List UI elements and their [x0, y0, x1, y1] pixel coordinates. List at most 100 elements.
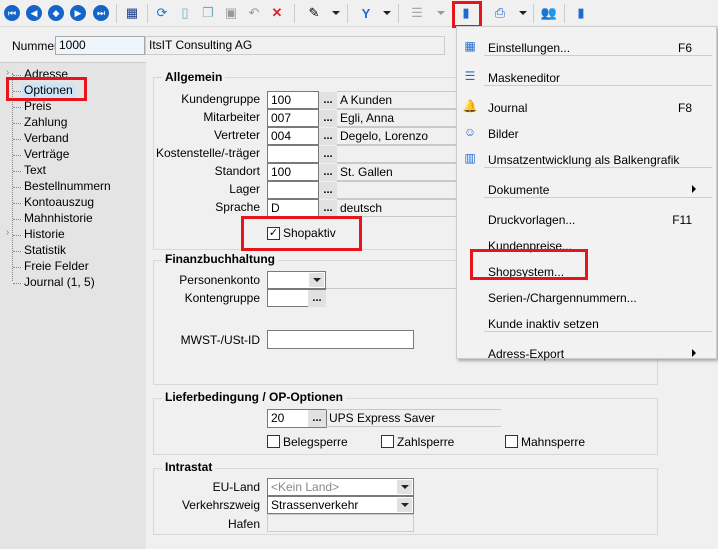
field-label: Kostenstelle/-träger [155, 146, 260, 160]
save-icon[interactable]: ▣ [222, 4, 240, 22]
sidebar-item[interactable]: Verträge [24, 147, 69, 162]
tree-icon[interactable]: ☰ [408, 4, 426, 22]
field-label: Lager [229, 182, 260, 196]
table-icon[interactable]: ▦ [123, 4, 141, 22]
sidebar-item[interactable]: Verband [24, 131, 69, 146]
kontengruppe-lookup-button[interactable]: ... [308, 290, 326, 307]
undo-icon[interactable]: ↶ [245, 4, 263, 22]
person-picture-icon: ☺ [463, 125, 477, 139]
group-title: Allgemein [162, 70, 226, 84]
lookup-button[interactable]: ... [319, 182, 337, 199]
field-label: Kundengruppe [181, 92, 260, 106]
menu-separator [484, 167, 712, 168]
chevron-down-icon[interactable] [397, 498, 412, 512]
chevron-right-icon[interactable]: › [6, 227, 9, 238]
field-description: deutsch [337, 199, 457, 217]
copy-icon[interactable]: ❐ [199, 4, 217, 22]
field-input[interactable] [267, 181, 319, 199]
kontengruppe-desc [326, 288, 456, 306]
delete-icon[interactable]: ✕ [268, 4, 286, 22]
belegsperre-checkbox[interactable] [267, 435, 280, 448]
mwst-field[interactable] [267, 330, 414, 349]
nummer-field[interactable]: 1000 [55, 36, 145, 55]
personenkonto-select[interactable] [267, 271, 326, 289]
group-title: Intrastat [162, 460, 216, 474]
tree-connector [13, 251, 21, 252]
verkehrszweig-select[interactable]: Strassenverkehr [267, 496, 414, 514]
mwst-label: MWST-/USt-ID [180, 333, 260, 347]
field-input[interactable]: D [267, 199, 319, 217]
euland-select[interactable]: <Kein Land> [267, 478, 414, 496]
next-record-icon[interactable]: ▶ [70, 5, 86, 21]
menu-item-label: Bilder [488, 127, 519, 141]
settings-icon: ▦ [464, 39, 476, 53]
sidebar-item[interactable]: Bestellnummern [24, 179, 111, 194]
tree-connector [13, 219, 21, 220]
sidebar-item[interactable]: Freie Felder [24, 259, 89, 274]
lookup-button[interactable]: ... [319, 164, 337, 181]
print-icon[interactable]: ⎙ [491, 4, 509, 22]
lookup-button[interactable]: ... [319, 146, 337, 163]
first-record-icon[interactable]: ⏮ [4, 5, 20, 21]
pin-icon[interactable]: ✎ [305, 4, 323, 22]
sidebar-item[interactable]: Text [24, 163, 46, 178]
lookup-button[interactable]: ... [319, 200, 337, 217]
field-input[interactable]: 004 [267, 127, 319, 145]
actions-menu: ▦ Einstellungen... F6 ☰ Maskeneditor 🔔 Journal… [456, 26, 717, 361]
sidebar-item[interactable]: Mahnhistorie [24, 211, 93, 226]
jump-record-icon[interactable]: ◆ [48, 5, 64, 21]
field-label: Standort [214, 164, 260, 178]
field-input[interactable] [267, 145, 319, 163]
filter-icon[interactable]: Y [357, 4, 375, 22]
euland-value: <Kein Land> [271, 480, 340, 494]
lieferbedingung-lookup-button[interactable]: ... [308, 410, 326, 427]
pin-dropdown-icon[interactable] [332, 11, 340, 15]
sidebar-item[interactable]: Historie [24, 227, 65, 242]
field-label: Mitarbeiter [203, 110, 260, 124]
field-description: A Kunden [337, 91, 457, 109]
sidebar-item[interactable]: Kontoauszug [24, 195, 94, 210]
print-dropdown-icon[interactable] [519, 11, 527, 15]
door-icon[interactable]: ▮ [572, 4, 590, 22]
last-record-icon[interactable]: ⏭ [93, 5, 109, 21]
highlight-actions [452, 1, 482, 28]
sidebar-item[interactable]: Preis [24, 99, 51, 114]
bell-icon: 🔔 [462, 99, 478, 113]
new-document-icon[interactable]: ▯ [176, 4, 194, 22]
chevron-down-icon[interactable] [397, 480, 412, 494]
previous-record-icon[interactable]: ◀ [26, 5, 42, 21]
lookup-button[interactable]: ... [319, 128, 337, 145]
group-title: Finanzbuchhaltung [162, 252, 278, 266]
sidebar-item[interactable]: Statistik [24, 243, 66, 258]
sidebar-item[interactable]: Zahlung [24, 115, 67, 130]
field-input[interactable]: 100 [267, 91, 319, 109]
mahnsperre-checkbox[interactable] [505, 435, 518, 448]
tree-connector [13, 203, 21, 204]
chevron-down-icon[interactable] [309, 273, 324, 287]
filter-dropdown-icon[interactable] [383, 11, 391, 15]
tree-connector [13, 187, 21, 188]
verkehr-value: Strassenverkehr [271, 498, 359, 512]
kontengruppe-label: Kontengruppe [184, 291, 260, 305]
nummer-label: Nummer [12, 39, 59, 53]
zahlsperre-checkbox[interactable] [381, 435, 394, 448]
menu-item-label: Maskeneditor [488, 71, 561, 85]
lookup-button[interactable]: ... [319, 110, 337, 127]
belegsperre-label: Belegsperre [283, 435, 348, 449]
sidebar-item[interactable]: Journal (1, 5) [24, 275, 95, 290]
field-input[interactable]: 100 [267, 163, 319, 181]
menu-item-label: Kunde inaktiv setzen [488, 317, 599, 331]
lookup-button[interactable]: ... [319, 92, 337, 109]
users-icon[interactable]: 👥 [540, 4, 558, 22]
tree-connector [13, 171, 21, 172]
tree-connector [13, 107, 21, 108]
menu-item-label: Umsatzentwicklung als Balkengrafik [488, 153, 680, 167]
tree-dropdown-icon [437, 11, 445, 15]
field-description [337, 181, 457, 199]
refresh-icon[interactable]: ⟳ [153, 4, 171, 22]
tree-connector [13, 139, 21, 140]
highlight-optionen [6, 77, 87, 101]
lieferbedingung-desc: UPS Express Saver [326, 409, 501, 427]
field-input[interactable]: 007 [267, 109, 319, 127]
menu-item-shortcut: F6 [677, 41, 692, 55]
